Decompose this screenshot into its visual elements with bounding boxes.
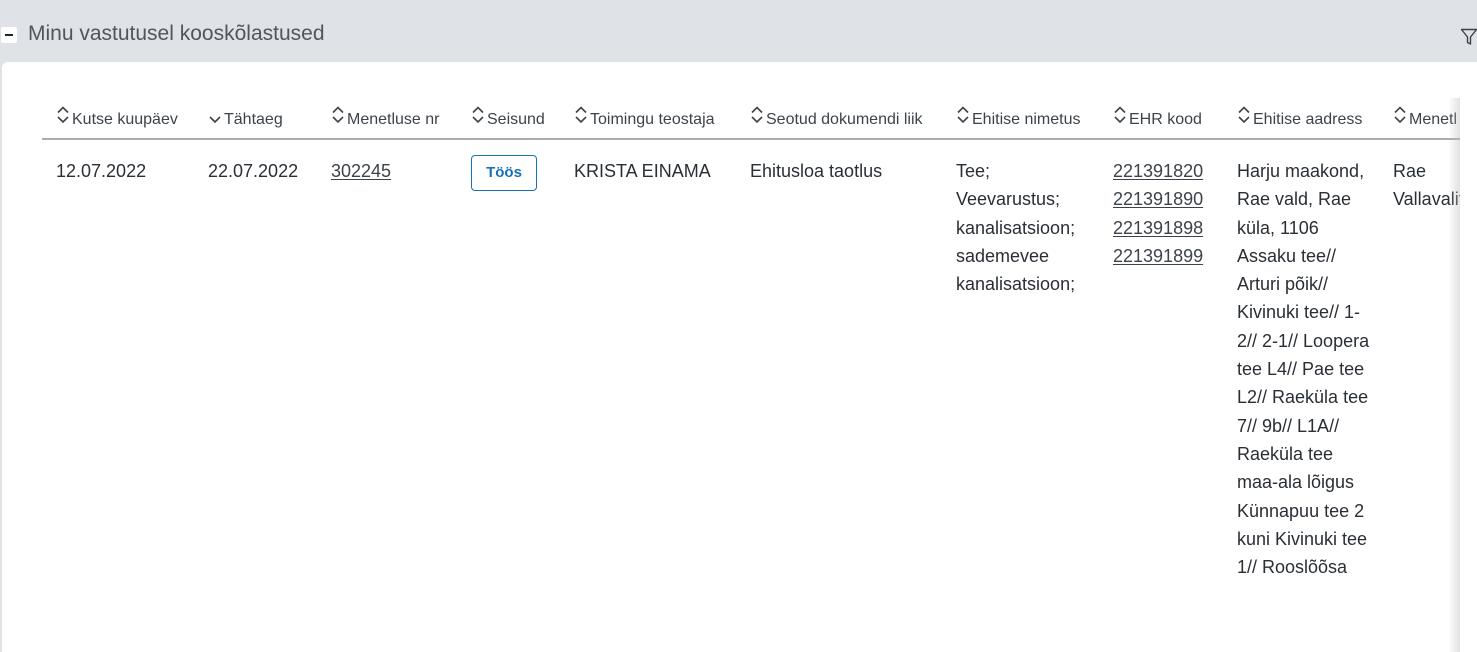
column-header-ehitise-aadress[interactable]: Ehitise aadress: [1223, 98, 1379, 140]
cell-seotud-dokumendi-liik: Ehitusloa taotlus: [750, 161, 883, 181]
table-panel: Kutse kuupäev Tähtaeg Menetluse nr Seisu…: [2, 62, 1477, 652]
sort-both-icon: [957, 106, 969, 124]
table-row[interactable]: 12.07.2022 22.07.2022 302245 Töös KRISTA…: [42, 139, 1460, 581]
status-badge: Töös: [471, 155, 537, 191]
sort-both-icon: [57, 106, 69, 124]
column-label: Toimingu teostaja: [590, 111, 715, 128]
section-title: Minu vastutusel kooskõlastused: [28, 22, 325, 45]
sort-both-icon: [1114, 106, 1126, 124]
column-label: Menetluse nr: [347, 111, 440, 128]
column-label: Tähtaeg: [224, 111, 283, 128]
column-label: Kutse kuupäev: [72, 111, 178, 128]
cell-ehitise-aadress: Harju maakond, Rae vald, Rae küla, 1106 …: [1237, 161, 1370, 578]
sort-both-icon: [1238, 106, 1250, 124]
minus-icon[interactable]: [1, 27, 17, 43]
section-header: Minu vastutusel kooskõlastused: [0, 0, 1477, 62]
cell-ehitise-nimetus: Tee; Veevarustus; kanalisatsioon; sademe…: [956, 161, 1076, 295]
column-label: Seisund: [487, 111, 545, 128]
table-header-row: Kutse kuupäev Tähtaeg Menetluse nr Seisu…: [42, 98, 1460, 140]
column-header-seotud-dokumendi-liik[interactable]: Seotud dokumendi liik: [736, 98, 942, 140]
sort-both-icon: [751, 106, 763, 124]
column-label: Ehitise aadress: [1253, 111, 1363, 128]
column-header-menetluse-nr[interactable]: Menetluse nr: [317, 98, 457, 140]
column-header-seisund[interactable]: Seisund: [457, 98, 560, 140]
table-scroll-area[interactable]: Kutse kuupäev Tähtaeg Menetluse nr Seisu…: [42, 98, 1460, 652]
cell-kutse-kuupaev: 12.07.2022: [56, 161, 147, 181]
column-header-toimingu-teostaja[interactable]: Toimingu teostaja: [560, 98, 736, 140]
ehr-kood-link[interactable]: 221391890: [1113, 185, 1215, 213]
coordinations-table: Kutse kuupäev Tähtaeg Menetluse nr Seisu…: [42, 98, 1460, 581]
column-label: EHR kood: [1129, 111, 1202, 128]
cell-tahtaeg: 22.07.2022: [208, 161, 299, 181]
column-header-ehitise-nimetus[interactable]: Ehitise nimetus: [942, 98, 1099, 140]
column-label: Ehitise nimetus: [972, 111, 1081, 128]
column-label: Seotud dokumendi liik: [766, 111, 923, 128]
sort-both-icon: [472, 106, 484, 124]
ehr-kood-link[interactable]: 221391820: [1113, 157, 1215, 185]
column-label: Menetl: [1409, 111, 1458, 128]
cell-menetleja: Rae Vallavalitsus: [1393, 161, 1460, 210]
cell-ehr-kood: 221391820 221391890 221391898 221391899: [1099, 139, 1223, 581]
cell-toimingu-teostaja: KRISTA EINAMA: [574, 161, 711, 181]
column-header-tahtaeg[interactable]: Tähtaeg: [194, 98, 317, 140]
filter-icon[interactable]: [1460, 27, 1477, 47]
cell-seisund: Töös: [457, 139, 560, 581]
column-header-ehr-kood[interactable]: EHR kood: [1099, 98, 1223, 140]
sort-both-icon: [1394, 106, 1406, 124]
cell-menetluse-nr: 302245: [317, 139, 457, 581]
sort-both-icon: [575, 106, 587, 124]
column-header-menetleja[interactable]: Menetl: [1379, 98, 1460, 140]
ehr-kood-link[interactable]: 221391898: [1113, 214, 1215, 242]
column-header-kutse-kuupaev[interactable]: Kutse kuupäev: [42, 98, 194, 140]
menetluse-nr-link[interactable]: 302245: [331, 161, 391, 181]
sort-both-icon: [332, 106, 344, 124]
ehr-kood-link[interactable]: 221391899: [1113, 242, 1215, 270]
sort-down-icon: [209, 116, 221, 124]
